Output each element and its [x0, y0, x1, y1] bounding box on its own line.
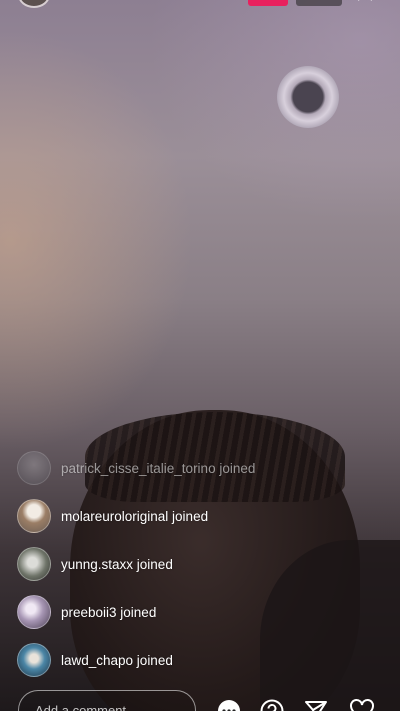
close-button[interactable]	[354, 0, 376, 6]
like-button[interactable]	[349, 698, 375, 711]
joined-item: lawd_chapo joined	[17, 636, 377, 684]
avatar[interactable]	[17, 547, 51, 581]
joined-text: yunng.staxx joined	[61, 556, 173, 572]
question-icon	[260, 699, 284, 711]
ceiling-light	[277, 66, 339, 128]
question-button[interactable]	[259, 698, 285, 711]
joined-item: patrick_cisse_italie_torino joined	[17, 444, 377, 492]
top-bar	[0, 0, 400, 12]
joined-item: yunng.staxx joined	[17, 540, 377, 588]
share-button[interactable]	[303, 698, 329, 711]
comment-input[interactable]	[18, 690, 196, 711]
bottom-bar	[0, 684, 400, 711]
joined-text: molareuroloriginal joined	[61, 508, 209, 524]
joined-text: preeboii3 joined	[61, 604, 157, 620]
more-options-button[interactable]	[216, 698, 242, 711]
host-avatar[interactable]	[18, 0, 50, 8]
avatar[interactable]	[17, 451, 51, 485]
more-options-icon	[218, 700, 240, 711]
joined-notifications: patrick_cisse_italie_torino joined molar…	[17, 444, 377, 684]
heart-icon	[350, 699, 374, 711]
close-icon	[358, 0, 372, 1]
joined-text: patrick_cisse_italie_torino joined	[61, 460, 256, 476]
viewer-count-badge[interactable]	[296, 0, 342, 6]
joined-item: preeboii3 joined	[17, 588, 377, 636]
avatar[interactable]	[17, 595, 51, 629]
avatar[interactable]	[17, 499, 51, 533]
live-badge	[248, 0, 288, 6]
joined-item: molareuroloriginal joined	[17, 492, 377, 540]
live-video-screen: patrick_cisse_italie_torino joined molar…	[0, 0, 400, 711]
avatar[interactable]	[17, 643, 51, 677]
send-icon	[305, 701, 327, 711]
joined-text: lawd_chapo joined	[61, 652, 173, 668]
